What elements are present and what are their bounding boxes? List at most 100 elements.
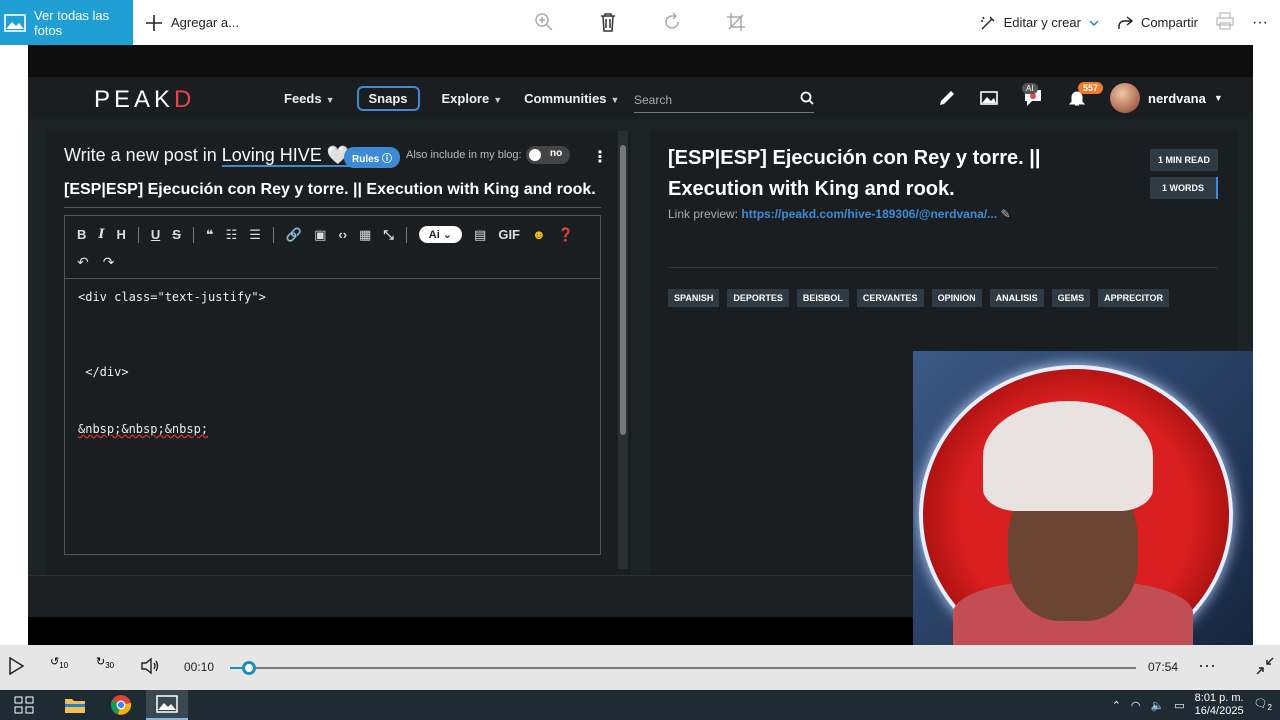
seek-thumb[interactable] <box>242 661 256 675</box>
kebab-menu-icon[interactable]: ⋮ <box>592 147 608 167</box>
photos-app-icon[interactable] <box>146 690 188 720</box>
community-selector[interactable]: Loving HIVE 🤍 <box>221 145 350 167</box>
nav-communities[interactable]: Communities ▼ <box>524 91 619 106</box>
ai-button[interactable]: Ai ⌄ <box>418 226 463 243</box>
search-placeholder: Search <box>634 93 673 107</box>
center-tools <box>532 10 748 34</box>
snippet-icon[interactable]: ▤ <box>474 227 486 243</box>
tag[interactable]: BEISBOL <box>796 289 849 307</box>
crop-icon[interactable] <box>724 10 748 34</box>
tag[interactable]: APPRECITOR <box>1098 289 1169 307</box>
add-to-button[interactable]: Agregar a... <box>145 14 239 32</box>
chevron-down-icon: ▼ <box>610 94 620 105</box>
chrome-icon[interactable] <box>100 690 142 720</box>
strikethrough-button[interactable]: S <box>172 227 181 242</box>
wifi-icon[interactable]: ◠ <box>1131 699 1141 712</box>
blog-toggle[interactable]: no <box>526 146 570 164</box>
webcam-overlay <box>913 351 1253 645</box>
bold-button[interactable]: B <box>77 227 86 242</box>
share-button[interactable]: Compartir <box>1117 15 1198 31</box>
emoji-icon[interactable]: ☻ <box>532 227 546 242</box>
plus-icon <box>146 14 162 31</box>
chevron-up-icon[interactable]: ⌃ <box>1112 699 1121 712</box>
notification-center-icon[interactable]: 🗨2 <box>1254 697 1272 712</box>
view-all-photos-button[interactable]: Ver todas las fotos <box>0 0 133 45</box>
file-explorer-icon[interactable] <box>54 690 96 720</box>
preview-url[interactable]: https://peakd.com/hive-189306/@nerdvana/… <box>741 207 997 221</box>
edit-create-button[interactable]: Editar y crear <box>980 15 1099 31</box>
toggle-knob <box>529 149 541 161</box>
print-icon[interactable] <box>1216 12 1234 33</box>
code-line: &nbsp;&nbsp;&nbsp; <box>78 422 209 436</box>
italic-button[interactable]: I <box>98 227 104 242</box>
nav-feeds[interactable]: Feeds ▼ <box>284 91 335 106</box>
gif-button[interactable]: GIF <box>498 227 520 242</box>
redo-icon[interactable]: ↷ <box>103 254 115 271</box>
rules-button[interactable]: Rules ⓘ <box>344 147 401 168</box>
divider <box>137 226 139 243</box>
tag[interactable]: DEPORTES <box>727 289 789 307</box>
clock[interactable]: 8:01 p. m. 16/4/2025 <box>1195 692 1244 718</box>
username: nerdvana <box>1148 90 1206 106</box>
skip-back-button[interactable]: ↺10 <box>50 655 68 670</box>
image-icon[interactable] <box>980 89 998 107</box>
editor-scrollbar[interactable] <box>618 131 628 569</box>
play-icon[interactable] <box>8 657 24 675</box>
undo-icon[interactable]: ↶ <box>77 254 89 271</box>
minimize-view-icon[interactable] <box>1256 657 1274 675</box>
tag[interactable]: SPANISH <box>668 289 720 307</box>
heading-button[interactable]: H <box>116 227 125 242</box>
link-icon[interactable]: 🔗 <box>286 227 302 243</box>
clock-date: 16/4/2025 <box>1194 705 1244 717</box>
volume-icon[interactable]: 🔈 <box>1151 699 1165 712</box>
task-view-icon[interactable] <box>3 690 45 720</box>
scrollbar-thumb[interactable] <box>620 145 626 435</box>
windows-taskbar: ⌃ ◠ 🔈 ▭ 8:01 p. m. 16/4/2025 🗨2 <box>0 690 1280 720</box>
user-menu[interactable]: nerdvana ▼ <box>1110 83 1223 113</box>
zoom-in-icon[interactable] <box>532 10 556 34</box>
image-upload-icon[interactable]: ▣ <box>314 227 326 243</box>
search-input[interactable]: Search <box>634 85 814 113</box>
chevron-down-icon: ▼ <box>1213 93 1223 103</box>
search-icon[interactable] <box>800 91 814 105</box>
pencil-icon[interactable] <box>938 89 956 107</box>
nav-explore[interactable]: Explore ▼ <box>442 91 503 106</box>
tag[interactable]: GEMS <box>1051 289 1091 307</box>
fullscreen-icon[interactable]: ⤡ <box>383 227 393 243</box>
peakd-logo[interactable]: PEAKD <box>94 86 195 114</box>
battery-icon[interactable]: ▭ <box>1174 699 1184 712</box>
table-icon[interactable]: ▦ <box>359 227 371 243</box>
skip-forward-button[interactable]: ↻30 <box>96 655 114 670</box>
edit-pencil-icon[interactable]: ✎ <box>1001 207 1011 221</box>
format-toolbar: B I H U S ❝ ☷ ☰ 🔗 ▣ ‹› ▦ ⤡ Ai ⌄ ▤ GIF ☻ … <box>77 226 574 243</box>
rotate-icon[interactable] <box>660 10 684 34</box>
bullet-list-icon[interactable]: ☰ <box>249 227 261 243</box>
min-read-badge: 1 MIN READ <box>1150 149 1218 171</box>
help-icon[interactable]: ❓ <box>558 227 574 243</box>
peakd-navbar: PEAKD Feeds ▼ Snaps Explore ▼ Communities ▼… <box>28 77 1253 119</box>
underline-button[interactable]: U <box>151 227 160 242</box>
more-options-icon[interactable]: ··· <box>1252 14 1268 32</box>
nav-snaps[interactable]: Snaps <box>356 85 420 111</box>
tag[interactable]: OPINION <box>931 289 982 307</box>
preview-title: [ESP|ESP] Ejecución con Rey y torre. || … <box>668 147 1041 200</box>
ordered-list-icon[interactable]: ☷ <box>226 227 238 243</box>
notification-count: 557 <box>1078 82 1104 94</box>
tag[interactable]: CERVANTES <box>856 289 924 307</box>
person-hat <box>983 401 1153 511</box>
history-toolbar: ↶ ↷ <box>77 254 114 271</box>
more-options-icon[interactable]: ··· <box>1198 655 1216 676</box>
tag[interactable]: ANALISIS <box>989 289 1044 307</box>
post-title-input[interactable]: [ESP|ESP] Ejecución con Rey y torre. || … <box>64 181 601 208</box>
volume-icon[interactable] <box>140 657 160 675</box>
current-time: 00:10 <box>184 660 215 674</box>
view-all-label: Ver todas las fotos <box>34 7 110 38</box>
frame-top-strip <box>28 45 1253 77</box>
toggle-label: no <box>550 148 563 159</box>
right-tools: Editar y crear Compartir ··· <box>980 0 1268 45</box>
quote-icon[interactable]: ❝ <box>206 227 214 243</box>
code-icon[interactable]: ‹› <box>338 227 347 242</box>
post-body-textarea[interactable]: <div class="text-justify"> </div> &nbsp;… <box>65 278 600 554</box>
delete-icon[interactable] <box>596 10 620 34</box>
seek-bar[interactable] <box>230 667 1136 669</box>
